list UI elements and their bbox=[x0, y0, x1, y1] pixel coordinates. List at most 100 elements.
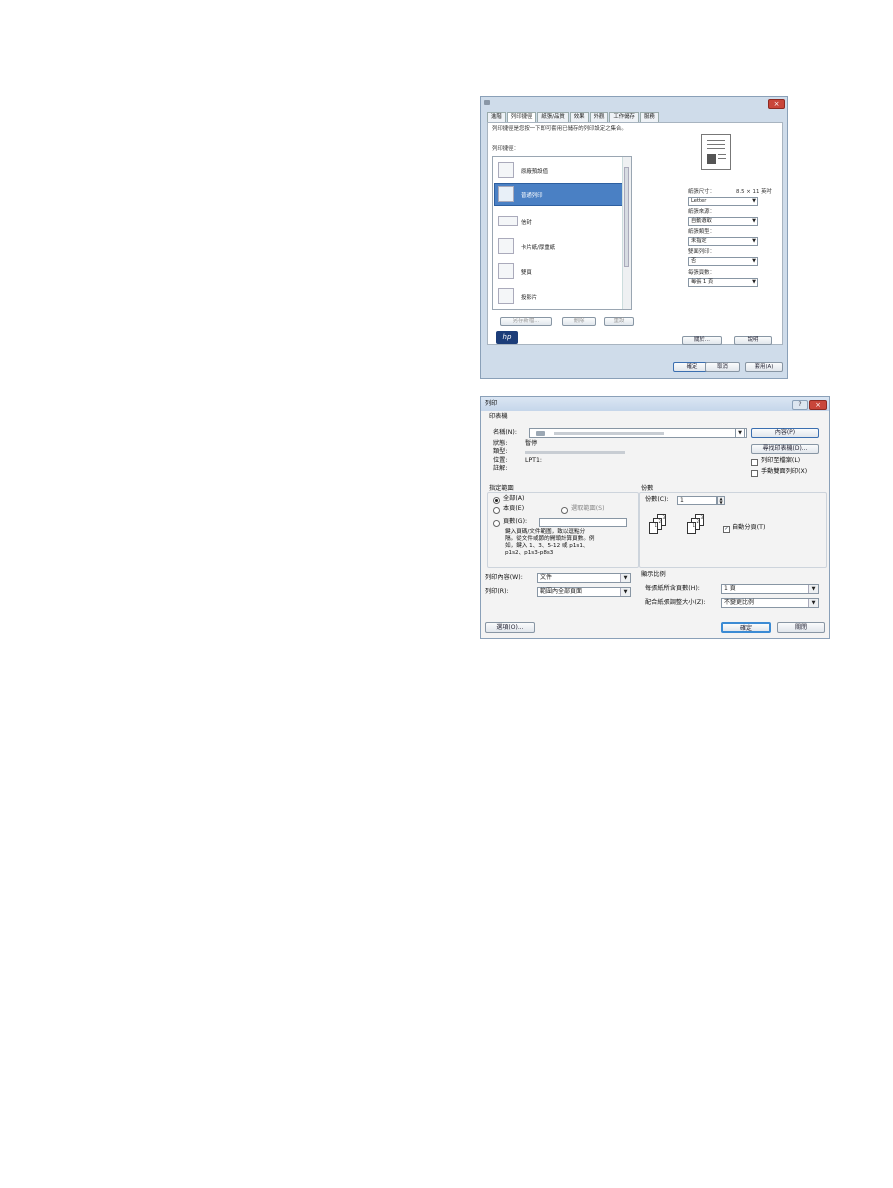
selection-label: 選取範圍(S) bbox=[571, 505, 605, 512]
dropdown-arrow-icon: ▼ bbox=[738, 430, 742, 436]
delete-button[interactable]: 刪除 bbox=[562, 317, 596, 326]
scale-select[interactable]: 不變更比例 ▼ bbox=[721, 598, 819, 608]
save-as-button[interactable]: 另存新檔... bbox=[500, 317, 552, 326]
pages-radio[interactable] bbox=[493, 520, 500, 527]
scale-label: 配合紙張調整大小(Z): bbox=[645, 599, 706, 606]
print-label: 列印(R): bbox=[485, 588, 509, 595]
shortcut-label: 原廠預設值 bbox=[521, 169, 548, 175]
scrollbar-thumb[interactable] bbox=[624, 167, 629, 267]
dropdown-arrow-icon: ▼ bbox=[808, 585, 818, 593]
select-value: Letter bbox=[691, 198, 707, 204]
list-scrollbar[interactable] bbox=[622, 157, 631, 309]
comment-label: 註解: bbox=[493, 465, 508, 472]
reset-button[interactable]: 重設 bbox=[604, 317, 634, 326]
pages-per-sheet-select[interactable]: 每張 1 頁 ▼ bbox=[688, 278, 758, 287]
collate-checkbox[interactable]: ✓ bbox=[723, 526, 730, 533]
copies-value: 1 bbox=[680, 497, 684, 504]
shortcuts-description: 列印捷徑是您按一下即可套用已儲存的列印設定之集合。 bbox=[492, 126, 627, 132]
properties-titlebar: × bbox=[481, 97, 787, 110]
paper-size-value: 8.5 × 11 英吋 bbox=[736, 189, 772, 195]
copies-input[interactable]: 1 bbox=[677, 496, 717, 505]
apply-button[interactable]: 套用(A) bbox=[745, 362, 783, 372]
dropdown-arrow-icon: ▼ bbox=[752, 258, 756, 264]
list-item[interactable]: 卡片紙/厚重紙 bbox=[495, 236, 622, 257]
help-button[interactable]: 說明 bbox=[734, 336, 772, 345]
about-button[interactable]: 關於... bbox=[682, 336, 722, 345]
page-preview-icon bbox=[701, 134, 731, 170]
status-label: 狀態: bbox=[493, 440, 508, 447]
where-label: 位置: bbox=[493, 457, 508, 464]
ok-button[interactable]: 確定 bbox=[721, 622, 771, 633]
print-select[interactable]: 範圍內全部頁面 ▼ bbox=[537, 587, 631, 597]
print-titlebar: 列印 ? × bbox=[481, 397, 829, 411]
paper-type-select[interactable]: 未指定 ▼ bbox=[688, 237, 758, 246]
options-button[interactable]: 選項(O)... bbox=[485, 622, 535, 633]
range-help-text: 隔。從文件或節的開頭計算頁數。例 bbox=[505, 536, 595, 542]
cancel-button[interactable]: 取消 bbox=[705, 362, 740, 372]
close-icon[interactable]: × bbox=[768, 99, 785, 109]
duplex-label: 雙面列印： bbox=[688, 249, 715, 255]
list-item[interactable]: 原廠預設值 bbox=[495, 160, 622, 181]
print-what-select[interactable]: 文件 ▼ bbox=[537, 573, 631, 583]
list-item[interactable]: 信封 bbox=[495, 211, 622, 232]
close-icon[interactable]: × bbox=[809, 400, 827, 410]
tab-advanced[interactable]: 進階 bbox=[487, 112, 506, 122]
tab-paper-quality[interactable]: 紙張/品質 bbox=[537, 112, 569, 122]
two-sided-icon bbox=[498, 263, 514, 279]
collate-label: 自動分頁(T) bbox=[732, 524, 766, 531]
duplex-select[interactable]: 否 ▼ bbox=[688, 257, 758, 266]
find-printer-button[interactable]: 尋找印表機(D)... bbox=[751, 444, 819, 454]
paper-size-select[interactable]: Letter ▼ bbox=[688, 197, 758, 206]
selection-radio[interactable] bbox=[561, 507, 568, 514]
dropdown-arrow-icon: ▼ bbox=[752, 218, 756, 224]
all-label: 全部(A) bbox=[503, 495, 525, 502]
hp-logo: hp bbox=[496, 331, 518, 344]
pages-per-sheet-select[interactable]: 1 頁 ▼ bbox=[721, 584, 819, 594]
name-label: 名稱(N): bbox=[493, 429, 517, 436]
tab-print-shortcuts[interactable]: 列印捷徑 bbox=[506, 112, 537, 122]
tab-effects[interactable]: 效果 bbox=[569, 112, 589, 122]
properties-tabs: 進階 列印捷徑 紙張/品質 效果 外觀 工作儲存 服務 bbox=[487, 112, 660, 122]
select-value: 每張 1 頁 bbox=[691, 279, 714, 285]
printer-dropdown-button[interactable]: ▼ bbox=[735, 428, 745, 438]
zoom-group-label: 顯示比例 bbox=[641, 571, 666, 578]
dropdown-arrow-icon: ▼ bbox=[620, 574, 630, 582]
list-item-selected[interactable]: 普通列印 bbox=[494, 183, 623, 206]
shortcuts-list[interactable]: 原廠預設值 普通列印 信封 卡片紙/厚重紙 雙頁 投影片 bbox=[492, 156, 632, 310]
pages-input[interactable] bbox=[539, 518, 627, 527]
select-value: 不變更比例 bbox=[724, 599, 755, 606]
manual-duplex-checkbox[interactable] bbox=[751, 470, 758, 477]
shortcuts-panel: 列印捷徑是您按一下即可套用已儲存的列印設定之集合。 列印捷徑： 原廠預設值 普通… bbox=[487, 122, 783, 345]
spinner-icon[interactable]: ▲ ▼ bbox=[717, 496, 725, 505]
properties-button[interactable]: 內容(P) bbox=[751, 428, 819, 438]
select-value: 自動選取 bbox=[691, 218, 712, 224]
dropdown-arrow-icon: ▼ bbox=[752, 279, 756, 285]
help-icon[interactable]: ? bbox=[792, 400, 808, 410]
printer-type-blurred bbox=[525, 451, 625, 454]
tab-services[interactable]: 服務 bbox=[639, 112, 659, 122]
printer-icon bbox=[536, 431, 545, 436]
paper-size-label: 紙張尺寸： bbox=[688, 189, 715, 195]
tab-finishing[interactable]: 外觀 bbox=[589, 112, 609, 122]
list-item[interactable]: 投影片 bbox=[495, 286, 622, 307]
print-to-file-label: 列印至檔案(L) bbox=[761, 457, 801, 464]
shortcut-label: 信封 bbox=[521, 220, 532, 226]
cardstock-icon bbox=[498, 238, 514, 254]
document-icon bbox=[498, 186, 514, 202]
current-page-radio[interactable] bbox=[493, 507, 500, 514]
shortcuts-label: 列印捷徑： bbox=[492, 146, 519, 152]
pages-per-sheet-label: 每張紙所含頁數(H): bbox=[645, 585, 700, 592]
close-button[interactable]: 關閉 bbox=[777, 622, 825, 633]
blank-page-icon bbox=[498, 162, 514, 178]
all-radio[interactable] bbox=[493, 497, 500, 504]
print-to-file-checkbox[interactable] bbox=[751, 459, 758, 466]
select-value: 未指定 bbox=[691, 238, 707, 244]
current-page-label: 本頁(E) bbox=[503, 505, 525, 512]
dropdown-arrow-icon: ▼ bbox=[752, 238, 756, 244]
envelope-icon bbox=[498, 216, 518, 226]
list-item[interactable]: 雙頁 bbox=[495, 261, 622, 282]
tab-job-storage[interactable]: 工作儲存 bbox=[609, 112, 639, 122]
paper-source-select[interactable]: 自動選取 ▼ bbox=[688, 217, 758, 226]
printer-name-select[interactable] bbox=[529, 428, 747, 438]
printer-group-label: 印表機 bbox=[489, 413, 508, 420]
